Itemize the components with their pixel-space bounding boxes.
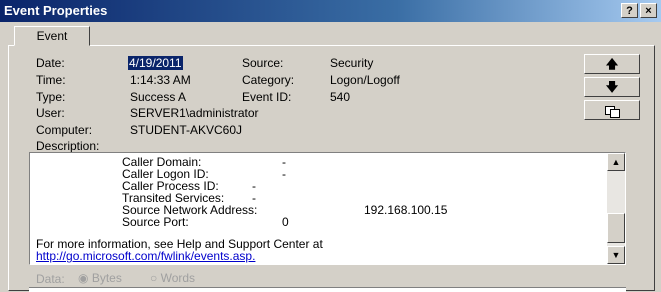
bytes-label: Bytes	[91, 271, 122, 285]
date-label: Date:	[36, 56, 65, 70]
bytes-radio[interactable]: ◉ Bytes	[78, 271, 122, 285]
computer-label: Computer:	[36, 123, 93, 137]
close-button[interactable]: ×	[640, 3, 657, 18]
scroll-down-button[interactable]: ▼	[607, 246, 625, 264]
user-value: SERVER1\administrator	[130, 106, 259, 120]
radio-selected-icon: ◉	[78, 271, 89, 285]
help-button[interactable]: ?	[621, 3, 638, 18]
data-label: Data:	[36, 272, 65, 286]
scroll-up-button[interactable]: ▲	[607, 153, 625, 171]
category-value: Logon/Logoff	[330, 73, 400, 87]
arrow-down-icon: 🡇	[605, 80, 619, 94]
description-label: Description:	[36, 139, 100, 153]
time-label: Time:	[36, 73, 66, 87]
computer-value: STUDENT-AKVC60J	[130, 123, 243, 137]
desc-value-source-port: 0	[282, 215, 289, 229]
eventid-value: 540	[330, 90, 351, 104]
previous-event-button[interactable]: 🡅	[584, 54, 640, 74]
triangle-up-icon: ▲	[611, 157, 621, 167]
triangle-down-icon: ▼	[611, 250, 621, 260]
scroll-thumb[interactable]	[607, 213, 625, 243]
time-value: 1:14:33 AM	[130, 73, 191, 87]
copy-icon	[605, 106, 620, 118]
description-scrollbar[interactable]: ▲ ▼	[607, 153, 625, 264]
window-title: Event Properties	[4, 3, 108, 18]
type-label: Type:	[36, 90, 66, 104]
source-value: Security	[330, 56, 374, 70]
description-textbox[interactable]: Caller Domain: - Caller Logon ID: - Call…	[29, 152, 626, 265]
help-link[interactable]: http://go.microsoft.com/fwlink/events.as…	[36, 249, 255, 263]
date-value: 4/19/2011	[128, 56, 183, 70]
eventid-label: Event ID:	[242, 90, 292, 104]
desc-value-source-network-address: 192.168.100.15	[364, 203, 448, 217]
title-bar: Event Properties ? ×	[0, 0, 661, 22]
radio-unselected-icon: ○	[150, 271, 158, 285]
data-box[interactable]	[29, 287, 626, 292]
next-event-button[interactable]: 🡇	[584, 77, 640, 97]
category-label: Category:	[242, 73, 295, 87]
type-value: Success A	[130, 90, 187, 104]
tab-event[interactable]: Event	[14, 26, 90, 46]
copy-button[interactable]	[584, 100, 640, 120]
desc-value-caller-logon-id: -	[282, 167, 286, 181]
words-label: Words	[160, 271, 196, 285]
words-radio[interactable]: ○ Words	[150, 271, 195, 285]
user-label: User:	[36, 106, 65, 120]
source-label: Source:	[242, 56, 284, 70]
desc-key-source-port: Source Port:	[122, 215, 189, 229]
arrow-up-icon: 🡅	[605, 57, 619, 71]
